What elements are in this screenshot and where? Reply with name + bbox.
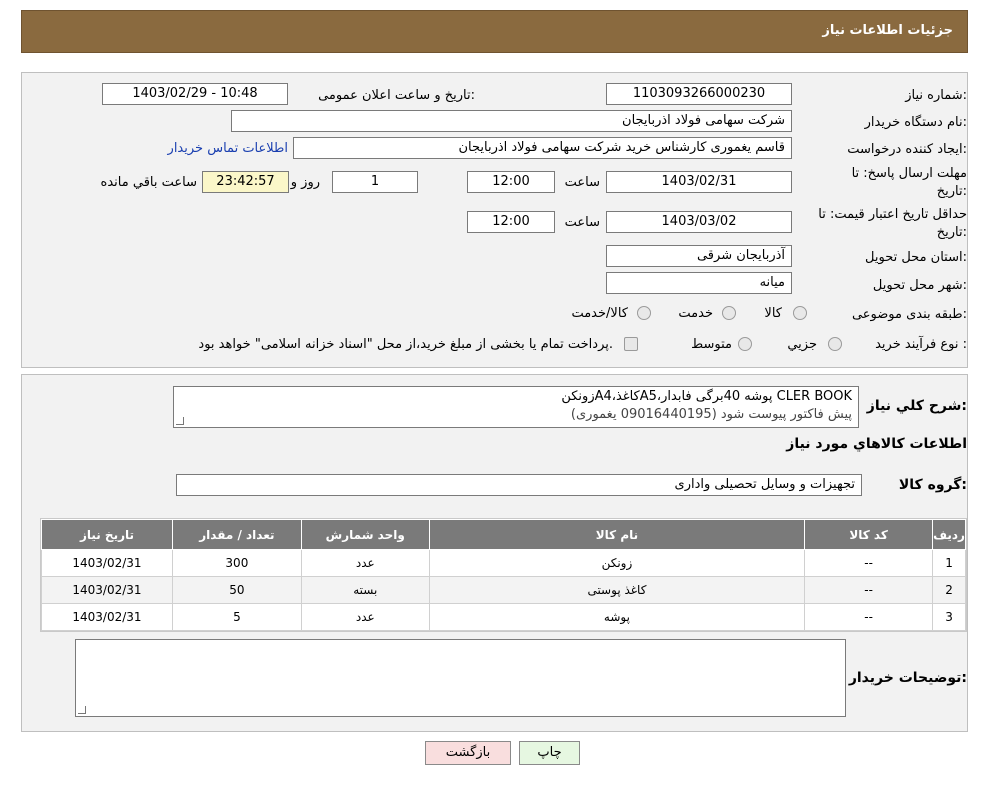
cell-need-date: 1403/02/31 [41,576,173,604]
cell-name: زونکن [428,549,806,577]
goods-table: ردیف کد کالا نام کالا واحد شمارش تعداد /… [41,519,966,631]
days-remaining-field: 1 [332,171,418,193]
buyer-org-field: شرکت سهامی فولاد اذربایجان [231,110,792,132]
resize-handle-icon[interactable] [78,706,86,714]
treasury-note: پرداخت تمام یا بخشی از مبلغ خرید،از محل … [198,337,613,352]
process-medium-radio[interactable] [738,337,752,351]
page-title: جزئیات اطلاعات نیاز [822,23,953,38]
province-field: آذربایجان شرقی [606,245,792,267]
process-partial-radio[interactable] [828,337,842,351]
announce-datetime-label: تاریخ و ساعت اعلان عمومی: [318,88,475,103]
validity-time-field: 12:00 [467,211,555,233]
buyer-notes-field[interactable] [75,639,846,717]
cell-quantity: 50 [171,576,302,604]
validity-date-field: 1403/03/02 [606,211,792,233]
category-goods-service-label: کالا/خدمت [571,306,628,321]
page-header: جزئیات اطلاعات نیاز [21,10,968,53]
city-field: میانه [606,272,792,294]
cell-row-number: 2 [932,576,966,604]
validity-label: حداقل تاریخ اعتبار قیمت: تا [818,207,967,222]
cell-name: کاغذ پوستی [428,576,806,604]
cell-unit: عدد [300,603,430,631]
goods-info-title: اطلاعات کالاهاي مورد نیاز [786,436,967,452]
cell-unit: عدد [300,549,430,577]
col-header-name: نام کالا [428,519,806,550]
cell-row-number: 3 [932,603,966,631]
resize-handle-icon[interactable] [176,417,184,425]
creator-label: ایجاد کننده درخواست: [847,142,967,157]
category-goods-service-radio[interactable] [637,306,651,320]
goods-group-field: تجهیزات و وسایل تحصیلی واداری [176,474,862,496]
treasury-checkbox[interactable] [624,337,638,351]
need-description-line-1: زونکنA4،کاغذA5،پوشه 40برگی فابدار CLER B… [561,389,852,404]
remaining-time-label: ساعت باقي مانده [100,175,197,190]
cell-quantity: 300 [171,549,302,577]
category-goods-radio[interactable] [793,306,807,320]
cell-code: -- [804,576,934,604]
back-button[interactable]: بازگشت [425,741,511,765]
process-partial-label: جزیي [787,337,817,352]
province-label: استان محل تحویل: [865,250,967,265]
buyer-contact-link[interactable]: اطلاعات تماس خریدار [168,141,288,156]
print-button[interactable]: چاپ [519,741,580,765]
col-header-unit: واحد شمارش [300,519,430,550]
need-description-line-2: پیش فاکتور پیوست شود (09016440195 یغموری… [570,407,852,422]
cell-name: پوشه [428,603,806,631]
city-label: شهر محل تحویل: [872,278,967,293]
deadline-time-field: 12:00 [467,171,555,193]
col-header-quantity: تعداد / مقدار [171,519,302,550]
buyer-notes-label: توضیحات خریدار: [848,670,967,686]
deadline-label-date: تاریخ: [936,184,967,199]
cell-unit: بسته [300,576,430,604]
cell-need-date: 1403/02/31 [41,603,173,631]
col-header-need-date: تاریخ نیاز [41,519,173,550]
need-description-label: شرح کلي نیاز: [866,398,967,414]
deadline-date-field: 1403/02/31 [606,171,792,193]
cell-quantity: 5 [171,603,302,631]
buyer-org-label: نام دستگاه خریدار: [864,115,967,130]
process-medium-label: متوسط [691,337,732,352]
announce-datetime-field: 1403/02/29 - 10:48 [102,83,288,105]
category-service-label: خدمت [678,306,713,321]
table-row: 1 -- زونکن عدد 300 1403/02/31 [41,549,966,577]
need-number-label: شماره نیاز: [905,88,967,103]
validity-label-date: تاریخ: [936,225,967,240]
col-header-row-number: ردیف [932,519,966,550]
cell-need-date: 1403/02/31 [41,549,173,577]
deadline-time-label: ساعت [564,175,600,190]
goods-group-label: گروه کالا: [898,477,967,493]
cell-row-number: 1 [932,549,966,577]
table-header-row: ردیف کد کالا نام کالا واحد شمارش تعداد /… [41,519,966,550]
goods-table-wrapper: ردیف کد کالا نام کالا واحد شمارش تعداد /… [40,518,967,632]
validity-time-label: ساعت [564,215,600,230]
category-label: طبقه بندی موضوعی: [851,307,967,322]
col-header-code: کد کالا [804,519,934,550]
creator-field: قاسم یغموری کارشناس خرید شرکت سهامی فولا… [293,137,792,159]
need-number-field: 1103093266000230 [606,83,792,105]
cell-code: -- [804,549,934,577]
days-label: روز و [290,175,320,190]
cell-code: -- [804,603,934,631]
category-goods-label: کالا [764,306,782,321]
need-description-field: زونکنA4،کاغذA5،پوشه 40برگی فابدار CLER B… [173,386,859,428]
category-service-radio[interactable] [722,306,736,320]
process-type-label: نوع فرآیند خرید : [875,337,967,352]
table-row: 2 -- کاغذ پوستی بسته 50 1403/02/31 [41,576,966,604]
remaining-time-field: 23:42:57 [202,171,289,193]
table-row: 3 -- پوشه عدد 5 1403/02/31 [41,603,966,631]
deadline-label: مهلت ارسال پاسخ: تا [851,166,967,181]
